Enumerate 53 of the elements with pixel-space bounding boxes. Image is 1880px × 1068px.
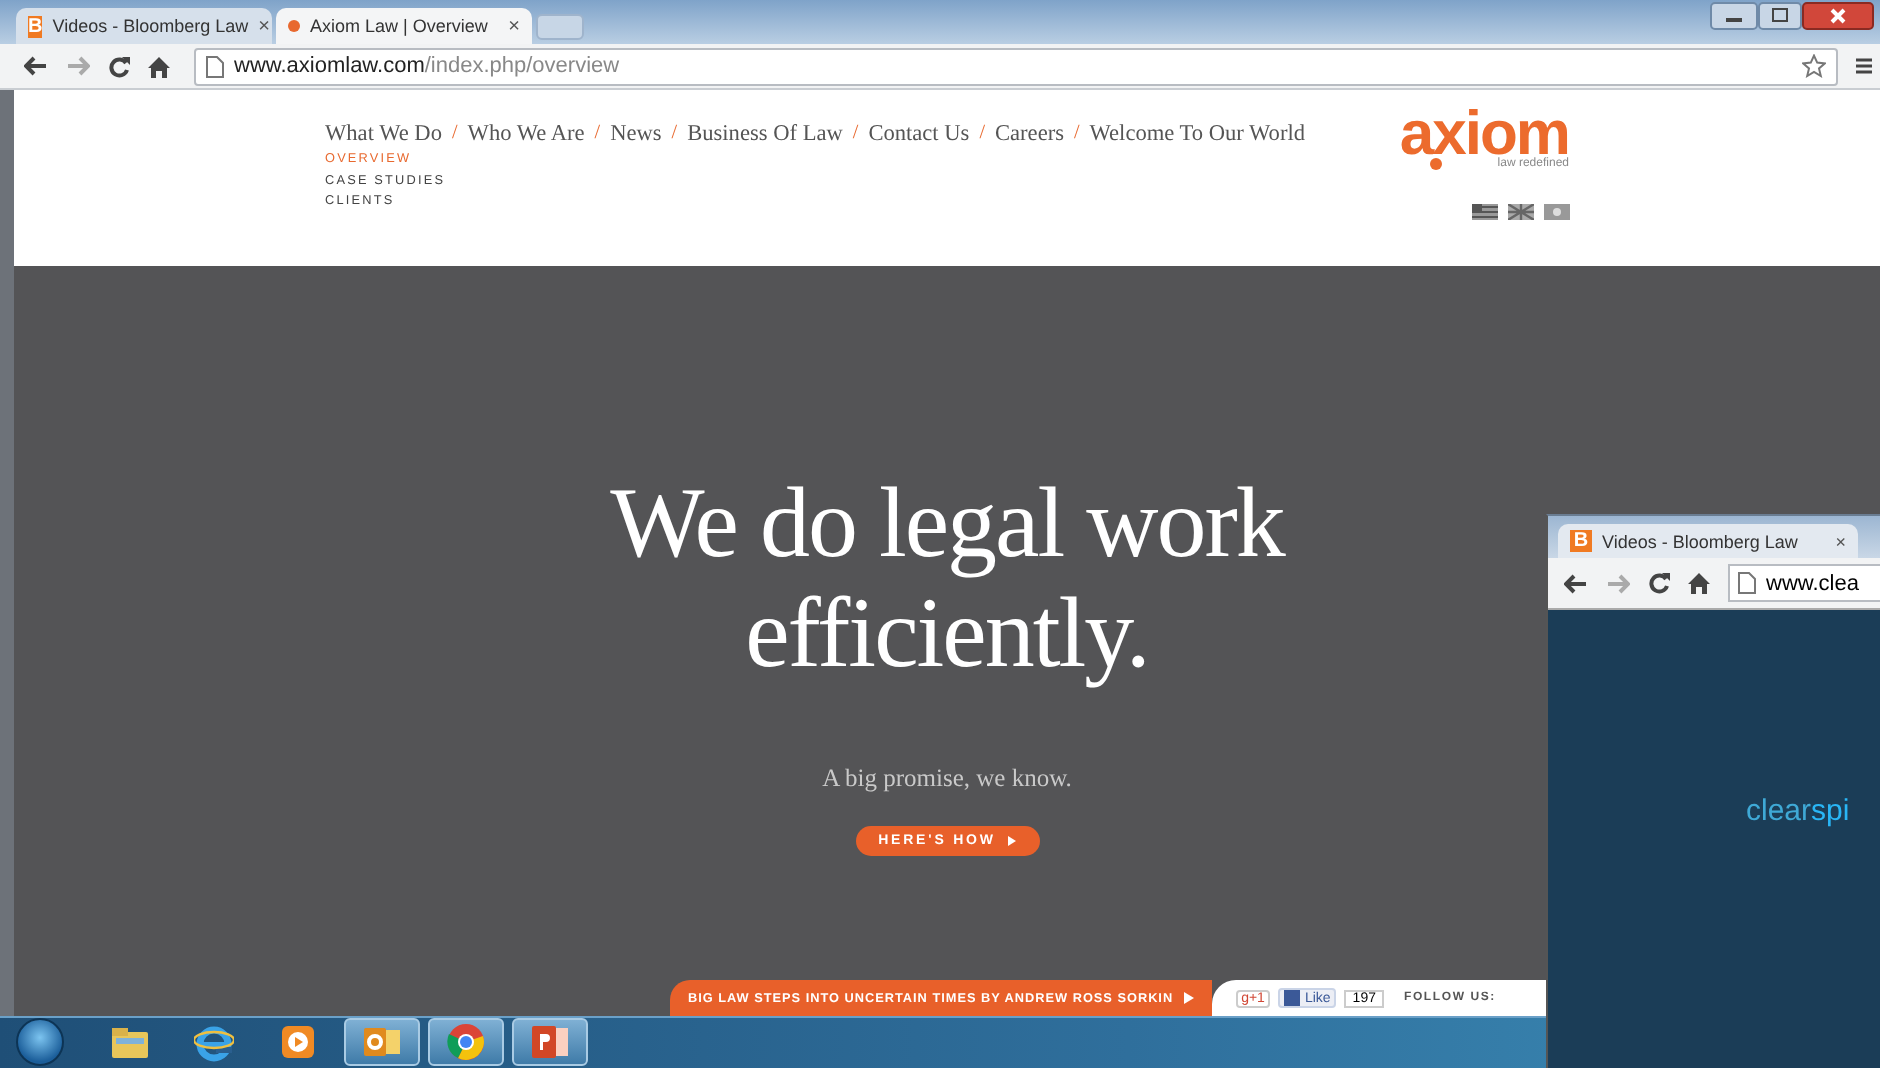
hero-headline: We do legal work efficiently.: [608, 468, 1287, 688]
home-icon[interactable]: [1688, 572, 1710, 594]
address-bar[interactable]: www.axiomlaw.com/index.php/overview: [194, 47, 1838, 85]
nav-link[interactable]: Welcome To Our World: [1089, 122, 1306, 146]
browser-e-icon[interactable]: [194, 1022, 234, 1062]
logo-dot-icon: [1429, 158, 1442, 170]
nav-separator: /: [671, 122, 678, 146]
nav-link[interactable]: Contact Us: [868, 122, 970, 146]
bloomberg-favicon: B: [1570, 530, 1592, 552]
reload-icon[interactable]: [108, 55, 130, 77]
back-arrow-icon[interactable]: [1564, 573, 1588, 593]
outlook-icon[interactable]: [362, 1022, 402, 1062]
address-bar[interactable]: www.clea: [1728, 564, 1880, 602]
menu-icon[interactable]: [1856, 56, 1872, 76]
close-button[interactable]: [1802, 2, 1874, 30]
star-icon[interactable]: [1802, 54, 1826, 78]
arrow-icon: [1183, 992, 1194, 1004]
home-icon[interactable]: [148, 55, 170, 77]
flag-icon[interactable]: [1543, 204, 1569, 220]
nav-link[interactable]: Careers: [995, 122, 1064, 146]
maximize-button[interactable]: [1758, 2, 1802, 30]
us-flag-icon[interactable]: [1471, 204, 1497, 220]
chrome-icon[interactable]: [446, 1022, 486, 1062]
loading-dot-icon: [288, 20, 300, 32]
back-arrow-icon[interactable]: [24, 56, 48, 76]
nav-separator: /: [452, 122, 458, 146]
media-player-icon[interactable]: [278, 1022, 318, 1062]
taskbar-button[interactable]: [428, 1018, 504, 1066]
clearspire-logo: clearspi: [1746, 794, 1850, 828]
nav-link[interactable]: Who We Are: [467, 122, 585, 146]
nav-link[interactable]: Business Of Law: [687, 122, 843, 146]
nav-link[interactable]: News: [610, 122, 662, 146]
page-icon: [1738, 572, 1756, 594]
start-button[interactable]: [16, 1018, 64, 1066]
powerpoint-icon[interactable]: [530, 1022, 570, 1062]
reload-icon[interactable]: [1648, 572, 1670, 594]
nav-separator: /: [979, 122, 985, 146]
browser-tab[interactable]: Axiom Law | Overview ×: [276, 8, 532, 44]
taskbar-button[interactable]: [344, 1018, 420, 1066]
taskbar-button[interactable]: [512, 1018, 588, 1066]
nav-separator: /: [1074, 122, 1080, 146]
page-icon: [206, 55, 224, 77]
nav-link[interactable]: What We Do: [325, 122, 442, 146]
nav-separator: /: [594, 122, 601, 146]
browser-tab[interactable]: B Videos - Bloomberg Law ×: [1558, 524, 1858, 558]
browser-tab[interactable]: B Videos - Bloomberg Law ×: [16, 8, 272, 44]
bloomberg-favicon: B: [28, 15, 43, 37]
uk-flag-icon[interactable]: [1507, 204, 1533, 220]
arrow-icon: [1007, 836, 1016, 846]
hero-subline: A big promise, we know.: [822, 764, 1072, 794]
minimize-button[interactable]: [1710, 2, 1758, 30]
folder-icon[interactable]: [110, 1024, 150, 1060]
nav-separator: /: [852, 122, 859, 146]
